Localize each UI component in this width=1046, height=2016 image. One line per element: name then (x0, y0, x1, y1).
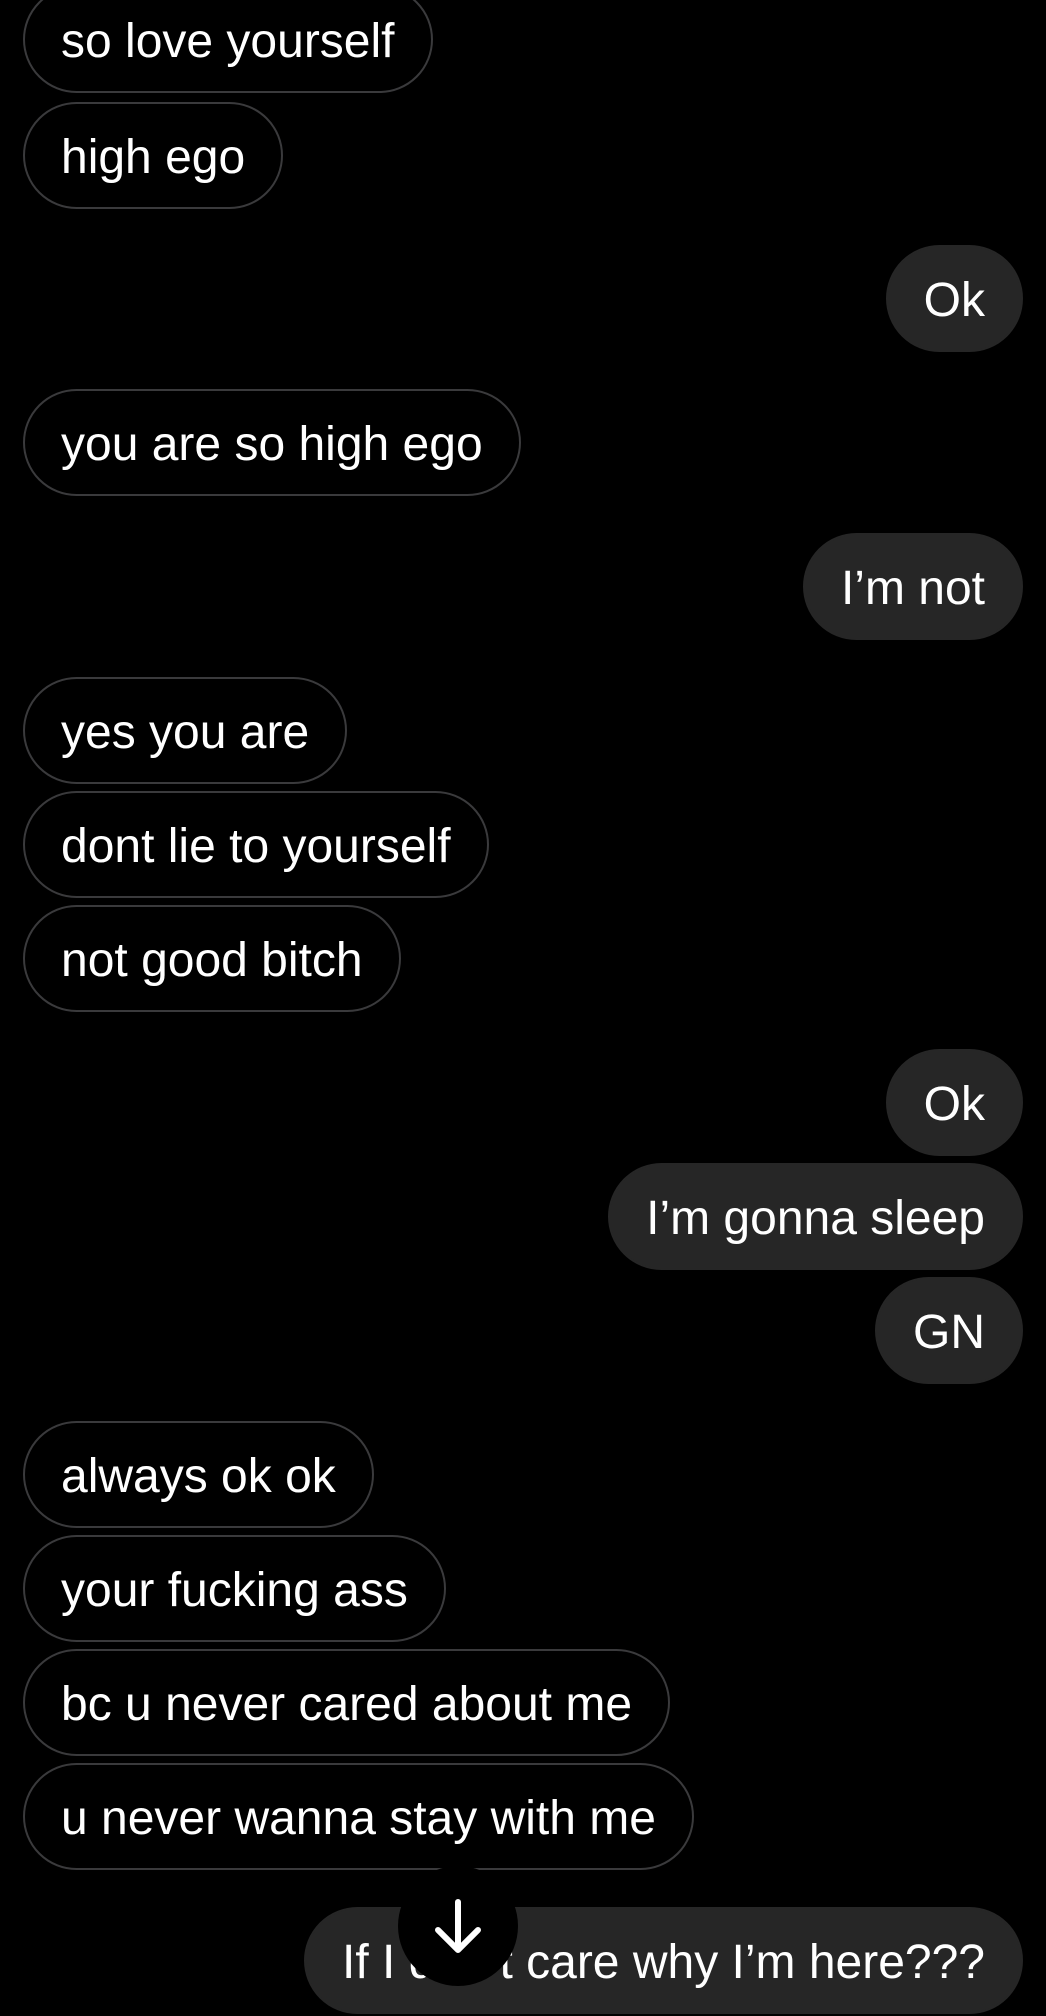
message-bubble-outgoing[interactable]: I’m not (802, 533, 1023, 640)
message-text: GN (913, 1306, 985, 1359)
message-thread: so love yourself high ego Ok you are so … (0, 0, 1046, 2014)
message-bubble-incoming[interactable]: not good bitch (23, 905, 401, 1012)
message-text: you are so high ego (61, 418, 483, 471)
message-bubble-incoming[interactable]: high ego (23, 102, 284, 209)
message-bubble-outgoing[interactable]: Ok (885, 1049, 1023, 1156)
message-bubble-outgoing[interactable]: GN (875, 1277, 1023, 1384)
message-text: so love yourself (61, 15, 395, 68)
message-text: not good bitch (61, 934, 363, 987)
message-bubble-incoming[interactable]: so love yourself (23, 0, 433, 93)
message-bubble-incoming[interactable]: yes you are (23, 677, 348, 784)
message-text: high ego (61, 131, 246, 184)
message-bubble-incoming[interactable]: always ok ok (23, 1421, 374, 1528)
message-text: dont lie to yourself (61, 820, 451, 873)
scroll-to-bottom-button[interactable] (398, 1866, 518, 1986)
arrow-down-icon (435, 1899, 481, 1953)
message-text: always ok ok (61, 1450, 336, 1503)
message-text: I’m not (840, 562, 985, 615)
message-bubble-incoming[interactable]: u never wanna stay with me (23, 1763, 694, 1870)
message-bubble-incoming[interactable]: dont lie to yourself (23, 791, 489, 898)
message-text: u never wanna stay with me (61, 1792, 656, 1845)
message-text: your fucking ass (61, 1564, 408, 1617)
message-bubble-incoming[interactable]: you are so high ego (23, 389, 521, 496)
message-bubble-incoming[interactable]: bc u never cared about me (23, 1649, 671, 1756)
message-bubble-incoming[interactable]: your fucking ass (23, 1535, 446, 1642)
message-text: Ok (923, 274, 985, 327)
message-bubble-outgoing[interactable]: I’m gonna sleep (608, 1163, 1023, 1270)
message-text: Ok (923, 1078, 985, 1131)
message-text: I’m gonna sleep (646, 1192, 985, 1245)
message-text: bc u never cared about me (61, 1678, 633, 1731)
message-text: yes you are (61, 706, 310, 759)
message-bubble-outgoing[interactable]: Ok (885, 245, 1023, 352)
